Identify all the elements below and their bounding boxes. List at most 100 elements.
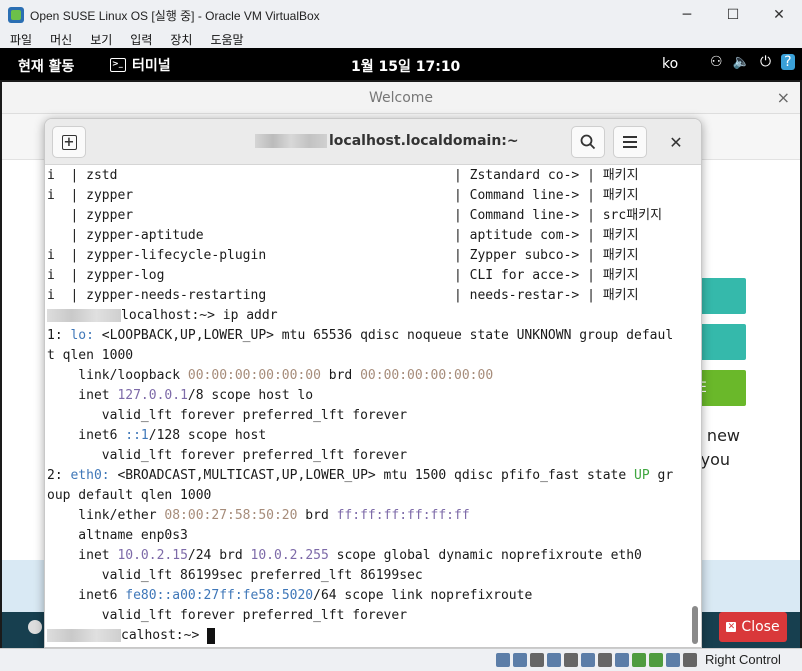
terminal-scrollbar[interactable] <box>692 606 698 644</box>
app-menu[interactable]: >_ 터미널 <box>110 55 171 75</box>
package-summary: Command line-> <box>469 208 588 223</box>
lo-link-label: link/loopback <box>47 368 188 383</box>
prompt-host: localhost:~> <box>121 308 215 323</box>
close-x-icon: ✕ <box>726 622 737 632</box>
package-summary: Zypper subco-> <box>469 248 588 263</box>
eth0-link: link/ether 08:00:27:58:50:20 brd ff:ff:f… <box>47 506 701 526</box>
network-adapter-icon[interactable] <box>547 653 561 667</box>
maximize-button[interactable]: ☐ <box>710 0 756 30</box>
eth0-inet-mid: /24 brd <box>187 548 251 563</box>
host-key-icon[interactable] <box>683 653 697 667</box>
eth0-altname: altname enp0s3 <box>47 528 188 543</box>
eth0-valid6: valid_lft forever preferred_lft forever <box>47 608 408 623</box>
shared-folders-icon[interactable] <box>581 653 595 667</box>
package-row: i | zypper-lifecycle-plugin | Zypper sub… <box>47 246 701 266</box>
keyboard-icon[interactable] <box>666 653 680 667</box>
plus-icon: + <box>61 134 77 150</box>
lo-inet-label: inet <box>47 388 118 403</box>
sep: | <box>587 248 603 263</box>
terminal-title: localhost.localdomain:~ <box>255 133 519 149</box>
lo-valid: valid_lft forever preferred_lft forever <box>47 408 408 423</box>
harddisk-icon[interactable] <box>496 653 510 667</box>
activities-button[interactable]: 현재 활동 <box>18 56 74 76</box>
eth0-inet6-rest: /64 scope link noprefixroute <box>313 588 533 603</box>
optical-drive-icon[interactable] <box>513 653 527 667</box>
menu-input[interactable]: 입력 <box>120 31 160 48</box>
sep: | <box>454 288 470 303</box>
terminal-output[interactable]: i | zstd | Zstandard co-> | 패키지 i | zyppe… <box>45 166 701 647</box>
lo-inet6-label: inet6 <box>47 428 126 443</box>
package-summary: Command line-> <box>469 188 588 203</box>
power-icon[interactable]: ⏻ <box>760 54 771 70</box>
search-button[interactable] <box>571 126 605 158</box>
sep: | <box>70 208 87 223</box>
package-list: i | zstd | Zstandard co-> | 패키지 i | zyppe… <box>47 166 701 306</box>
terminal-title-text: localhost.localdomain:~ <box>329 133 519 149</box>
terminal-close-button[interactable]: ✕ <box>659 126 693 158</box>
display-icon[interactable] <box>598 653 612 667</box>
sep: | <box>587 288 603 303</box>
lo-inet-addr: 127.0.0.1 <box>117 388 188 403</box>
input-language[interactable]: ko <box>662 56 678 72</box>
network-icon[interactable]: ⚇ <box>710 54 723 70</box>
sep: | <box>454 188 470 203</box>
terminal-window[interactable]: + localhost.localdomain:~ ✕ i | zstd | Z… <box>44 118 702 648</box>
audio-icon[interactable] <box>530 653 544 667</box>
host-key-label: Right Control <box>705 652 781 667</box>
sep: | <box>454 228 470 243</box>
hamburger-menu-button[interactable] <box>613 126 647 158</box>
mouse-integration-icon[interactable] <box>649 653 663 667</box>
package-name: zypper-aptitude <box>86 228 454 243</box>
eth0-inet6-label: inet6 <box>47 588 126 603</box>
final-prompt-line: calhost:~> <box>47 626 701 646</box>
app-name: 터미널 <box>132 58 171 74</box>
menu-view[interactable]: 보기 <box>80 31 120 48</box>
welcome-green-button[interactable]: E <box>696 370 746 406</box>
redacted-user-2 <box>47 629 121 642</box>
package-summary: Zstandard co-> <box>469 168 588 183</box>
package-type: 패키지 <box>602 288 639 303</box>
menu-help[interactable]: 도움말 <box>200 31 251 48</box>
clock[interactable]: 1월 15일 17:10 <box>351 56 460 76</box>
recording-icon[interactable] <box>615 653 629 667</box>
system-tray[interactable]: ⚇ 🔈 ⏻ ? <box>710 54 795 70</box>
menu-file[interactable]: 파일 <box>0 31 40 48</box>
welcome-close-button[interactable]: ✕ Close <box>719 612 787 642</box>
sep: | <box>454 168 470 183</box>
final-prompt: calhost:~> <box>121 628 208 643</box>
welcome-teal-button-1[interactable] <box>696 278 746 314</box>
lo-mac: 00:00:00:00:00:00 <box>187 368 321 383</box>
package-status: i <box>47 288 71 303</box>
eth0-brd-label: brd <box>297 508 337 523</box>
lo-valid6: valid_lft forever preferred_lft forever <box>47 448 408 463</box>
volume-icon[interactable]: 🔈 <box>733 54 750 70</box>
eth0-header-wrap: oup default qlen 1000 <box>47 488 212 503</box>
eth0-mac: 08:00:27:58:50:20 <box>164 508 298 523</box>
virtualbox-logo-icon <box>8 7 24 23</box>
sep: | <box>454 248 470 263</box>
terminal-headerbar: + localhost.localdomain:~ ✕ <box>45 119 701 165</box>
close-window-button[interactable]: ✕ <box>756 0 802 30</box>
welcome-text-2: you <box>700 450 730 469</box>
package-status: i <box>47 248 71 263</box>
gnome-top-bar: 현재 활동 >_ 터미널 1월 15일 17:10 ko ⚇ 🔈 ⏻ ? <box>0 48 802 80</box>
guest-screen: 현재 활동 >_ 터미널 1월 15일 17:10 ko ⚇ 🔈 ⏻ ? Wel… <box>0 48 802 648</box>
lo-inet6: inet6 ::1/128 scope host <box>47 426 701 446</box>
usb-icon[interactable] <box>564 653 578 667</box>
sep: | <box>587 268 603 283</box>
welcome-close-icon[interactable]: × <box>777 88 790 107</box>
eth0-inet-label: inet <box>47 548 118 563</box>
sep: | <box>587 228 603 243</box>
vbox-statusbar: Right Control <box>0 648 802 671</box>
menu-machine[interactable]: 머신 <box>40 31 80 48</box>
menu-devices[interactable]: 장치 <box>160 31 200 48</box>
sep: | <box>70 168 87 183</box>
minimize-button[interactable]: ─ <box>664 0 710 30</box>
new-tab-button[interactable]: + <box>52 126 86 158</box>
welcome-text-1: new <box>706 426 740 445</box>
welcome-teal-button-2[interactable] <box>696 324 746 360</box>
eth0-inet-rest: scope global dynamic noprefixroute eth0 <box>328 548 642 563</box>
help-icon[interactable]: ? <box>781 54 795 70</box>
cpu-icon[interactable] <box>632 653 646 667</box>
package-row: i | zypper-log | CLI for acce-> | 패키지 <box>47 266 701 286</box>
